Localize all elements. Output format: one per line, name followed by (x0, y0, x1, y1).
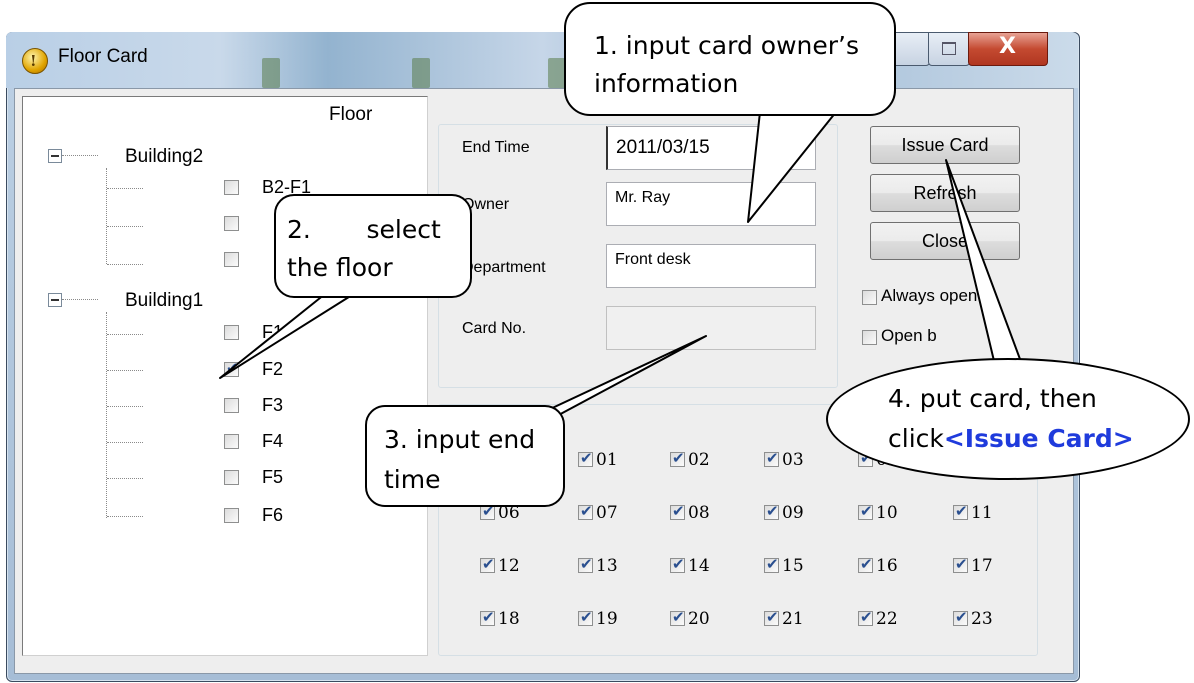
callout-4-tail (945, 159, 1031, 387)
callout-4 (826, 358, 1190, 480)
callout-2-tail (219, 289, 361, 379)
callout-3-line2: time (384, 465, 441, 494)
callout-3-line1: 3. input end (384, 425, 536, 454)
callout-2-line2: the floor (287, 253, 393, 282)
callout-1-tail (747, 111, 837, 223)
callout-2-line1: 2. select (287, 215, 441, 244)
callout-4-highlight: <Issue Card> (943, 424, 1134, 453)
callout-4-line1: 4. put card, then (888, 384, 1097, 413)
callout-1-line2: information (594, 69, 739, 98)
callout-4-line2: click<Issue Card> (888, 423, 1134, 456)
callout-1-line1: 1. input card owner’s (594, 31, 859, 60)
callout-4-prefix: click (888, 424, 944, 453)
